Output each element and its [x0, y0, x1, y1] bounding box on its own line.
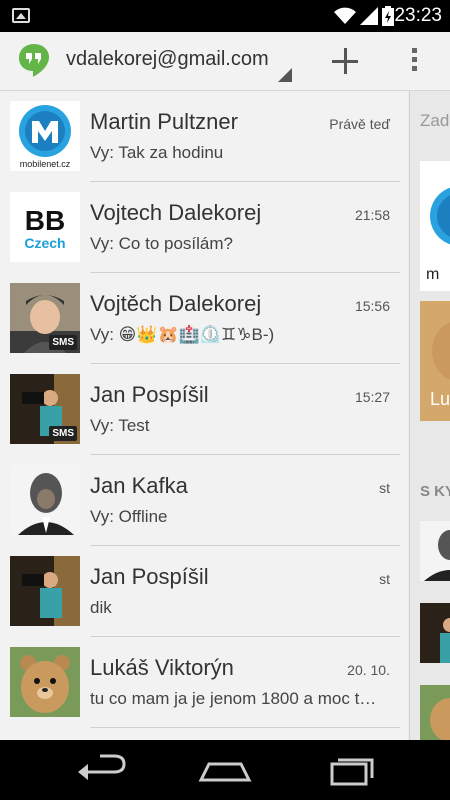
contact-name: Jan Pospíšil: [90, 564, 209, 589]
contact-name: Vojtěch Dalekorej: [90, 291, 262, 316]
conversation-row[interactable]: SMS Vojtěch Dalekorej 15:56 Vy: 😁👑🐹🏥⏲️♊♑…: [0, 273, 408, 364]
battery-icon: [382, 6, 394, 26]
peek-contact-card[interactable]: [420, 685, 450, 740]
conversation-list[interactable]: mobilenet.cz Martin Pultzner Právě teď V…: [0, 91, 408, 740]
timestamp: 20. 10.: [347, 662, 390, 678]
conversation-row[interactable]: mobilenet.cz Martin Pultzner Právě teď V…: [0, 91, 408, 182]
clock: 23:23: [394, 5, 442, 26]
svg-text:m: m: [426, 266, 439, 283]
home-icon[interactable]: [195, 750, 255, 790]
hangouts-logo-icon[interactable]: [16, 42, 52, 78]
message-snippet: Vy: 😁👑🐹🏥⏲️♊♑B-): [90, 325, 275, 344]
image-notification-icon: [12, 8, 30, 23]
avatar: mobilenet.cz: [10, 101, 80, 171]
avatar: [10, 647, 80, 717]
action-bar: vdalekorej@gmail.com: [0, 32, 450, 91]
avatar: [10, 465, 80, 535]
recent-apps-icon[interactable]: [320, 750, 380, 790]
sms-badge: SMS: [49, 335, 77, 350]
peek-section-header: S KY: [420, 483, 450, 500]
peek-contact-card[interactable]: Lu: [420, 301, 450, 421]
svg-text:BB: BB: [25, 205, 65, 236]
contacts-peek-panel[interactable]: Zad m Lu S KY: [409, 91, 450, 740]
message-snippet: Vy: Co to posílám?: [90, 234, 233, 253]
peek-card-label: Lu: [430, 389, 450, 409]
timestamp: 15:27: [354, 389, 390, 405]
avatar-logo-text: mobilenet.cz: [20, 159, 71, 169]
timestamp: 21:58: [354, 207, 390, 223]
timestamp: Právě teď: [329, 116, 390, 132]
navigation-bar: [0, 740, 450, 800]
contact-name: Jan Kafka: [90, 473, 188, 498]
message-snippet: tu co mam ja je jenom 1800 a moc t…: [90, 689, 377, 708]
contact-name: Vojtech Dalekorej: [90, 200, 262, 225]
timestamp: st: [379, 571, 390, 587]
account-spinner[interactable]: vdalekorej@gmail.com: [66, 48, 269, 71]
conversation-row[interactable]: Jan Pospíšil st dik: [0, 546, 408, 637]
signal-icon: [360, 7, 378, 25]
back-icon[interactable]: [70, 750, 130, 790]
conversation-row[interactable]: SMS Jan Pospíšil 15:27 Vy: Test: [0, 364, 408, 455]
message-snippet: dik: [90, 598, 112, 617]
message-snippet: Vy: Tak za hodinu: [90, 143, 224, 162]
message-snippet: Vy: Test: [90, 416, 150, 435]
avatar: SMS: [10, 283, 80, 353]
status-bar: 23:23: [0, 0, 450, 32]
conversation-row[interactable]: Jan Kafka st Vy: Offline: [0, 455, 408, 546]
message-snippet: Vy: Offline: [90, 507, 168, 526]
timestamp: st: [379, 480, 390, 496]
avatar: SMS: [10, 374, 80, 444]
peek-contact-card[interactable]: [420, 603, 450, 663]
avatar: BB Czech: [10, 192, 80, 262]
status-icons: [334, 4, 394, 28]
sms-badge: SMS: [49, 426, 77, 441]
contact-name: Lukáš Viktorýn: [90, 655, 234, 680]
overflow-menu-button[interactable]: [402, 44, 426, 78]
conversation-row[interactable]: BB Czech Vojtech Dalekorej 21:58 Vy: Co …: [0, 182, 408, 273]
peek-search-hint[interactable]: Zad: [420, 111, 449, 131]
contact-name: Martin Pultzner: [90, 109, 238, 134]
wifi-icon: [334, 7, 356, 24]
svg-text:Czech: Czech: [24, 235, 65, 251]
peek-contact-card[interactable]: m: [420, 161, 450, 291]
conversation-row[interactable]: Lukáš Viktorýn 20. 10. tu co mam ja je j…: [0, 637, 408, 728]
timestamp: 15:56: [354, 298, 390, 314]
contact-name: Jan Pospíšil: [90, 382, 209, 407]
new-conversation-button[interactable]: [326, 42, 364, 80]
avatar: [10, 556, 80, 626]
dropdown-triangle-icon[interactable]: [278, 68, 292, 82]
peek-contact-card[interactable]: [420, 521, 450, 581]
